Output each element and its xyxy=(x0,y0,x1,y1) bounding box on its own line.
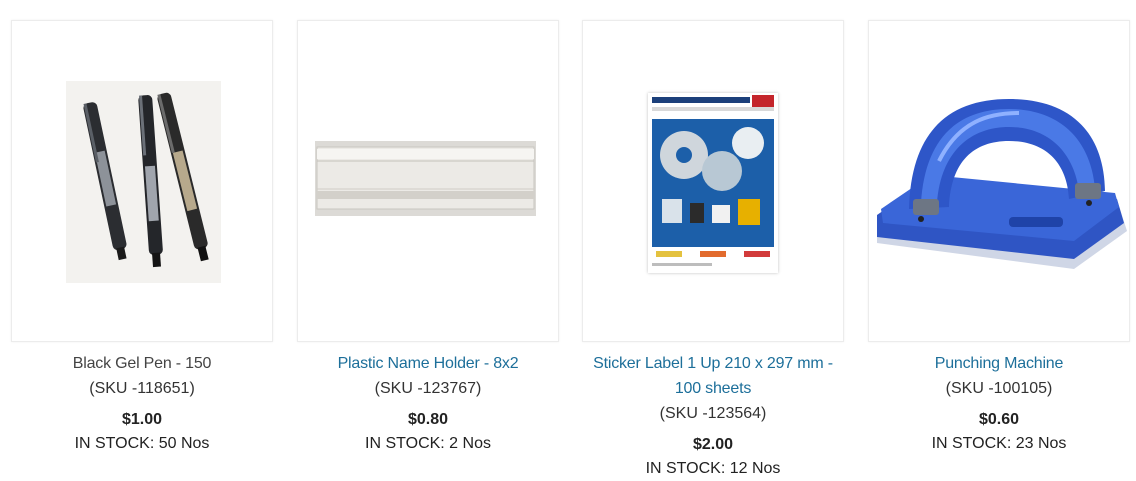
product-card: Black Gel Pen - 150 (SKU -118651) $1.00 … xyxy=(11,20,273,456)
product-title[interactable]: Black Gel Pen - 150 xyxy=(11,351,273,376)
product-stock: IN STOCK: 12 Nos xyxy=(645,460,781,477)
product-price: $1.00 xyxy=(121,411,163,428)
product-title-link[interactable]: Sticker Label 1 Up 210 x 297 mm - 100 sh… xyxy=(582,351,844,401)
product-card: Punching Machine (SKU -100105) $0.60 IN … xyxy=(868,20,1130,456)
name-holder-image xyxy=(315,141,536,216)
product-title-link[interactable]: Punching Machine xyxy=(868,351,1130,376)
product-sku: (SKU -100105) xyxy=(945,380,1053,397)
product-card: Plastic Name Holder - 8x2 (SKU -123767) … xyxy=(297,20,559,456)
product-title-link[interactable]: Plastic Name Holder - 8x2 xyxy=(297,351,559,376)
product-sku: (SKU -123564) xyxy=(659,405,767,422)
product-stock: IN STOCK: 50 Nos xyxy=(74,435,210,452)
product-grid: Black Gel Pen - 150 (SKU -118651) $1.00 … xyxy=(0,0,1136,480)
product-price: $2.00 xyxy=(692,436,734,453)
product-sku: (SKU -123767) xyxy=(374,380,482,397)
product-stock: IN STOCK: 2 Nos xyxy=(365,435,491,452)
gel-pens-image xyxy=(66,81,221,283)
product-card: Sticker Label 1 Up 210 x 297 mm - 100 sh… xyxy=(582,20,844,481)
product-image-link[interactable] xyxy=(11,20,273,342)
product-stock: IN STOCK: 23 Nos xyxy=(931,435,1067,452)
product-price: $0.80 xyxy=(407,411,449,428)
product-image-link[interactable] xyxy=(868,20,1130,342)
product-price: $0.60 xyxy=(978,411,1020,428)
product-image-link[interactable] xyxy=(297,20,559,342)
sticker-label-pack-image xyxy=(648,93,778,273)
punching-machine-image xyxy=(869,91,1129,271)
product-sku: (SKU -118651) xyxy=(89,380,195,397)
product-image-link[interactable] xyxy=(582,20,844,342)
